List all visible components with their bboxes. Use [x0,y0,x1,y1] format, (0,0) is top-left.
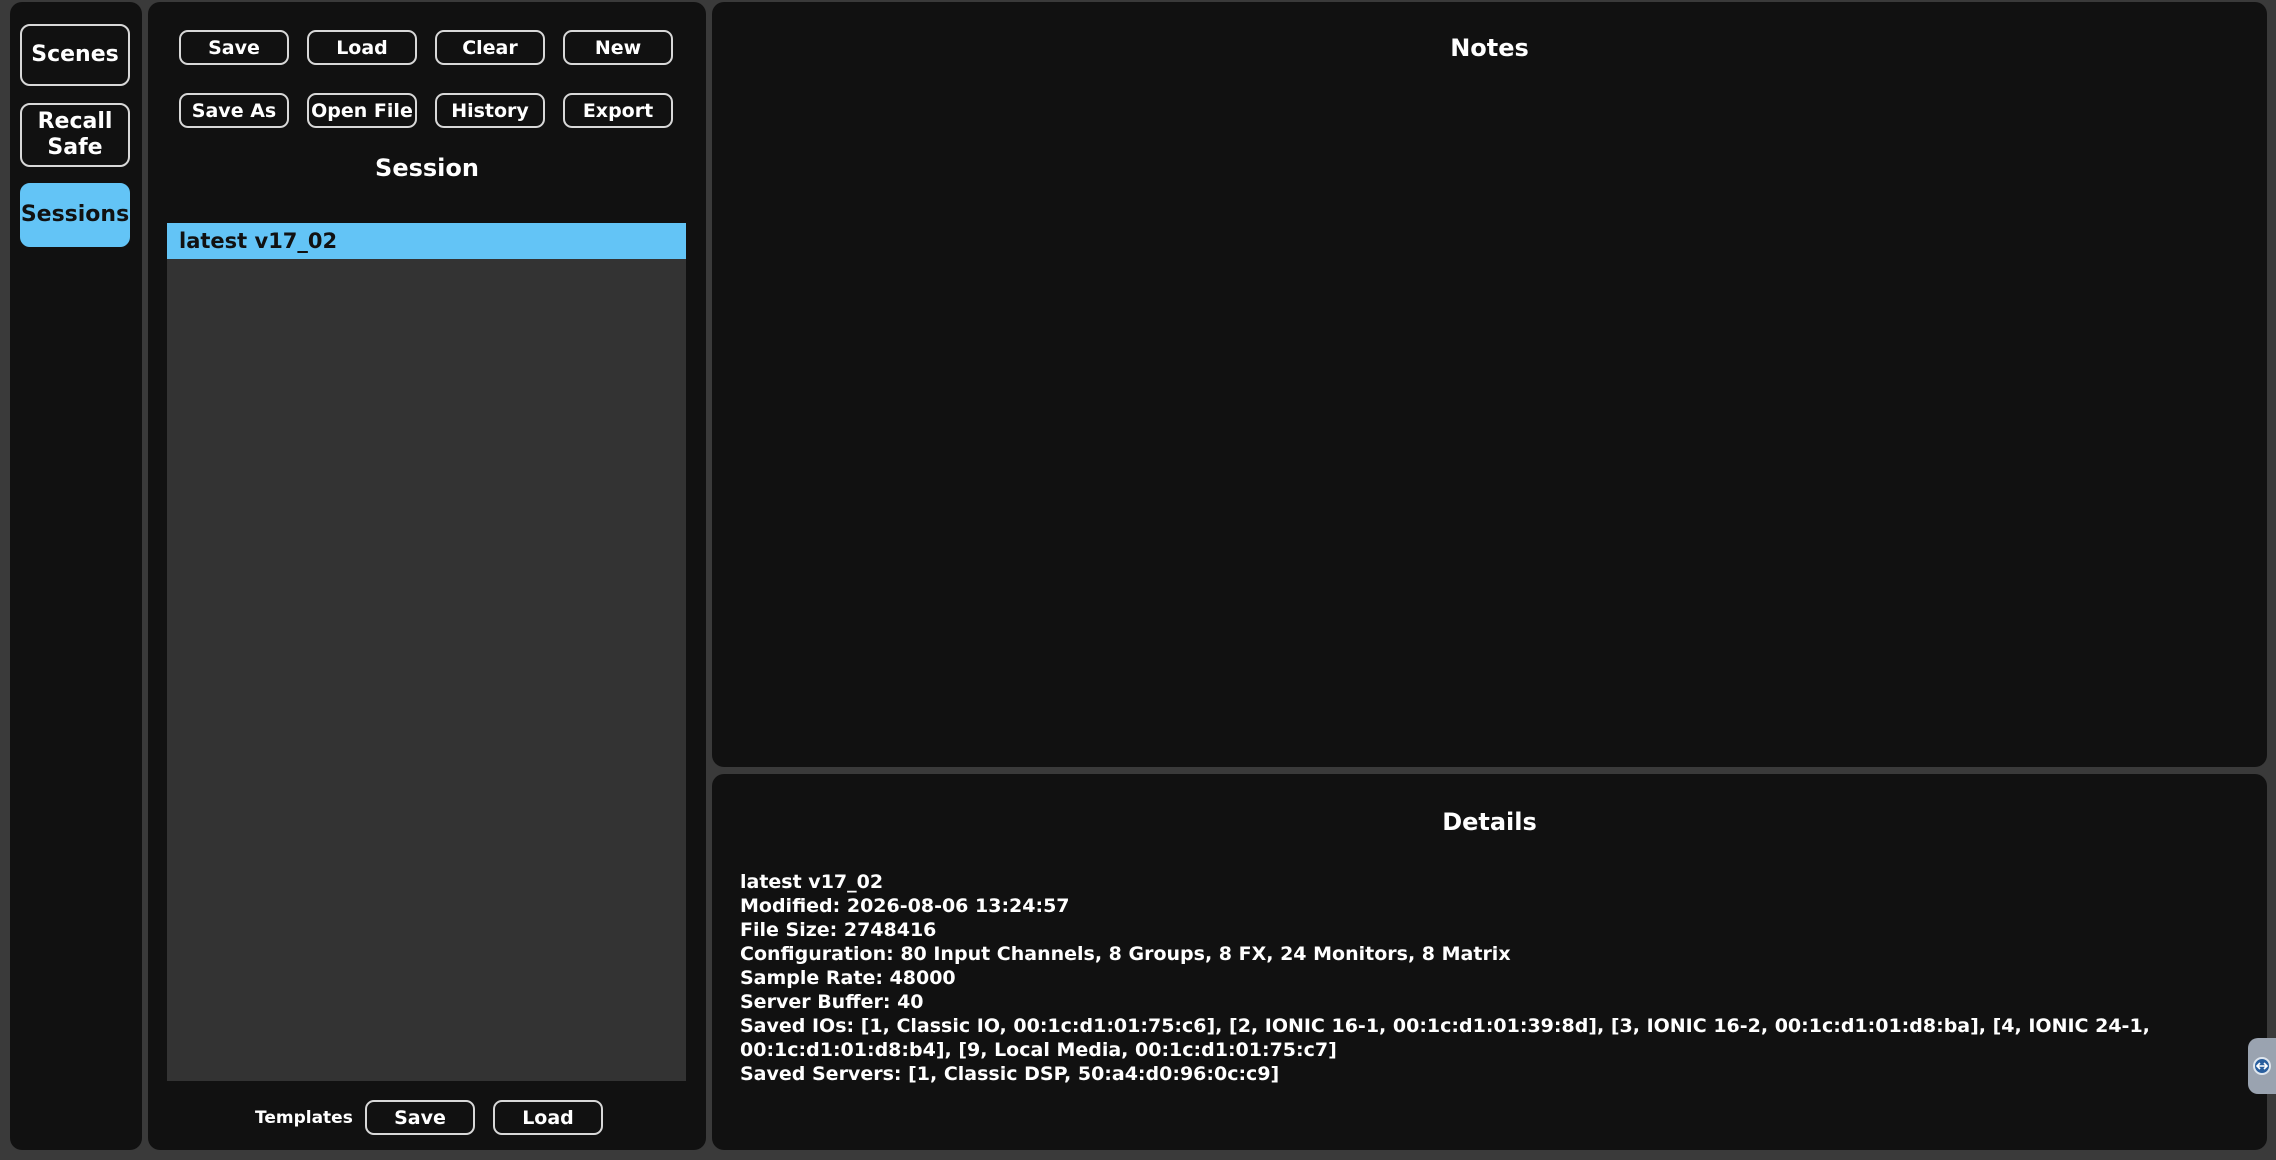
notes-title: Notes [1450,34,1529,62]
template-load-button[interactable]: Load [493,1100,603,1135]
notes-panel[interactable]: Notes [712,2,2267,767]
detail-configuration: Configuration: 80 Input Channels, 8 Grou… [740,943,1511,965]
detail-modified: Modified: 2026-08-06 13:24:57 [740,895,1070,917]
clear-button[interactable]: Clear [435,30,545,65]
new-button[interactable]: New [563,30,673,65]
nav-scenes-button[interactable]: Scenes [20,24,130,86]
detail-server-buffer: Server Buffer: 40 [740,991,924,1013]
templates-label: Templates [255,1108,353,1128]
nav-recall-safe-button[interactable]: Recall Safe [20,103,130,167]
remote-control-icon[interactable] [2248,1038,2276,1094]
session-panel: Save Load Clear New Save As Open File Hi… [148,2,706,1150]
detail-saved-servers: Saved Servers: [1, Classic DSP, 50:a4:d0… [740,1063,1280,1085]
detail-file-size: File Size: 2748416 [740,919,937,941]
open-file-button[interactable]: Open File [307,93,417,128]
details-title: Details [1442,808,1537,836]
nav-panel: Scenes Recall Safe Sessions [10,2,142,1150]
details-body: latest v17_02 Modified: 2026-08-06 13:24… [740,870,2220,1086]
history-button[interactable]: History [435,93,545,128]
details-panel: Details latest v17_02 Modified: 2026-08-… [712,774,2267,1150]
detail-sample-rate: Sample Rate: 48000 [740,967,956,989]
detail-session-name: latest v17_02 [740,871,884,893]
nav-sessions-button[interactable]: Sessions [20,183,130,247]
remote-control-icon [2253,1057,2271,1075]
save-as-button[interactable]: Save As [179,93,289,128]
detail-saved-ios: Saved IOs: [1, Classic IO, 00:1c:d1:01:7… [740,1015,2157,1061]
session-list[interactable]: latest v17_02 [167,223,686,1081]
session-title: Session [375,154,479,182]
template-save-button[interactable]: Save [365,1100,475,1135]
session-list-item[interactable]: latest v17_02 [167,223,686,259]
export-button[interactable]: Export [563,93,673,128]
save-button[interactable]: Save [179,30,289,65]
load-button[interactable]: Load [307,30,417,65]
